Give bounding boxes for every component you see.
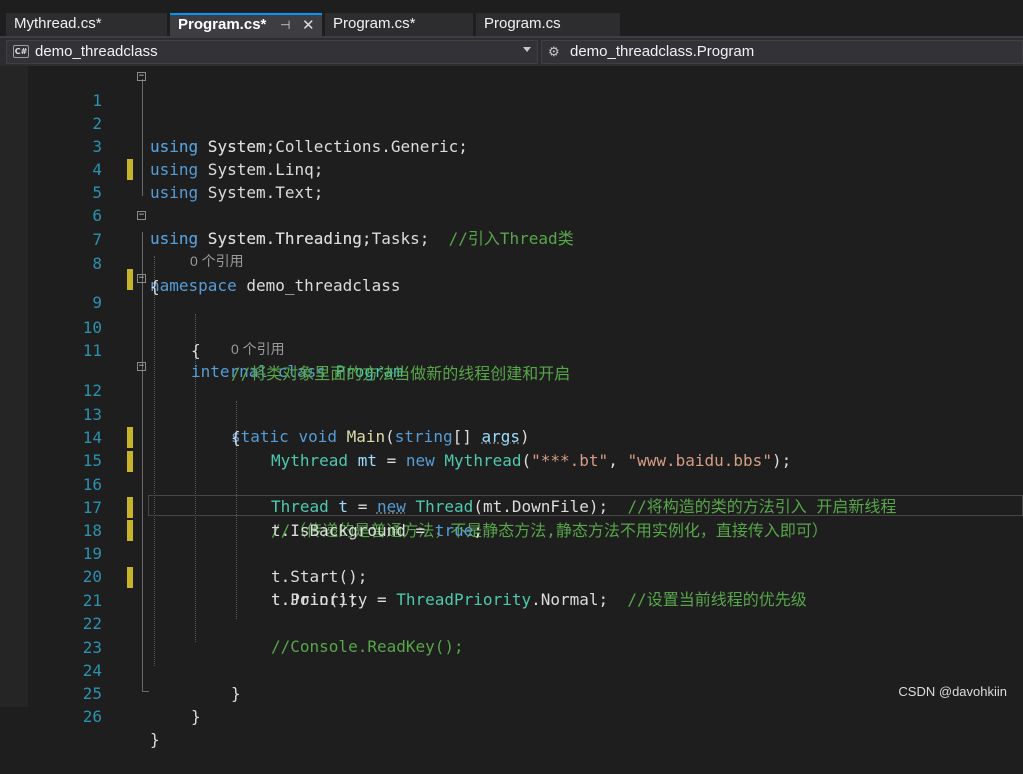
code-line: 11 //将类对象里面的方法当做新的线程创建和开启	[82, 341, 571, 383]
code-line: 12 − static void Main(string[] args)	[82, 361, 530, 447]
collapse-icon[interactable]: −	[137, 362, 146, 371]
change-marker	[127, 269, 133, 290]
tab-mythread-cs[interactable]: Mythread.cs*	[6, 13, 167, 37]
class-icon: ⚙	[548, 44, 560, 59]
code-line: 21	[0, 566, 1023, 610]
change-marker	[127, 159, 133, 180]
close-icon[interactable]: ✕	[302, 16, 315, 34]
code-line: 7 − namespace demo_threadclass	[92, 210, 401, 296]
code-line: 6 using System.Threading;	[92, 206, 372, 248]
code-line: 19 t.Priority = ThreadPriority.Normal; /…	[0, 519, 1023, 609]
tab-program-cs-2[interactable]: Program.cs*	[325, 13, 473, 37]
code-line: 25 }	[82, 684, 201, 726]
code-line: 26 }	[82, 707, 160, 749]
code-line: 2 using System.Collections.Generic;	[92, 114, 468, 156]
csharp-project-icon: C#	[13, 45, 29, 58]
type-name: demo_threadclass.Program	[570, 43, 755, 60]
change-marker	[127, 451, 133, 472]
collapse-icon[interactable]: −	[137, 72, 146, 81]
code-line: 20 t.Join();	[82, 567, 358, 609]
pin-icon[interactable]: ⊣	[280, 18, 290, 32]
code-line: 15 Thread t = new Thread(mt.DownFile); /…	[0, 426, 1023, 516]
tab-label: Program.cs*	[333, 15, 416, 32]
collapse-icon[interactable]: −	[137, 211, 146, 220]
code-line: 24 }	[82, 661, 241, 703]
code-line: 17 t.IsBackground = true;	[82, 498, 483, 540]
code-line: 16 //（传递的是普通方法，不是静态方法,静态方法不用实例化，直接传入即可）	[0, 450, 1023, 540]
change-marker	[127, 567, 133, 588]
tab-program-cs-active[interactable]: Program.cs* ⊣ ✕	[170, 13, 322, 37]
code-line: 13 {	[82, 405, 241, 447]
navigation-bar: C# demo_threadclass ⚙ demo_threadclass.P…	[0, 38, 1023, 66]
type-dropdown[interactable]: ⚙ demo_threadclass.Program	[541, 40, 1023, 64]
project-name: demo_threadclass	[35, 43, 158, 60]
code-line: 4 using System.Text;	[92, 160, 324, 202]
chevron-down-icon	[523, 47, 531, 52]
project-dropdown[interactable]: C# demo_threadclass	[6, 40, 538, 64]
code-line: 9 − internal class Program	[0, 268, 1023, 381]
collapse-icon[interactable]: −	[137, 274, 146, 283]
code-line: 14 Mythread mt = new Mythread("***.bt", …	[82, 428, 792, 470]
change-marker	[127, 427, 133, 448]
code-line: 23	[82, 638, 102, 657]
document-tab-strip: Mythread.cs* Program.cs* ⊣ ✕ Program.cs*…	[0, 0, 1023, 37]
code-editor[interactable]: 1 − using System; 2 using System.Collect…	[0, 66, 1023, 749]
code-line: 22 //Console.ReadKey();	[82, 614, 464, 656]
code-line: 1 − using System;	[92, 71, 276, 157]
change-marker	[127, 520, 133, 541]
tab-program-cs-3[interactable]: Program.cs	[476, 13, 620, 37]
change-marker	[127, 497, 133, 518]
code-line: 5 using System.Threading.Tasks; //引入Thre…	[0, 158, 1023, 248]
tab-label: Program.cs*	[178, 16, 267, 33]
code-line: 3 using System.Linq;	[92, 137, 324, 179]
watermark: CSDN @davohkiin	[898, 684, 1007, 699]
code-line: 8 {	[92, 254, 160, 296]
code-line: 18 t.Start();	[0, 496, 1023, 586]
tab-label: Mythread.cs*	[14, 15, 102, 32]
tab-label: Program.cs	[484, 15, 561, 32]
code-line: 10 {	[82, 318, 201, 360]
